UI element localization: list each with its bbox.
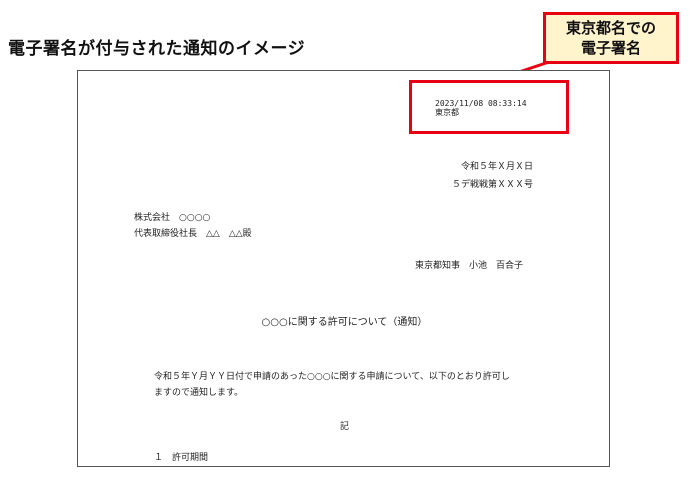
signature-stamp: 2023/11/08 08:33:14 東京都 (435, 99, 527, 117)
recipient-company: 株式会社 ○○○○ (134, 213, 211, 223)
document-date: 令和５年Ｘ月Ｘ日 (460, 162, 533, 172)
callout-line-2: 電子署名 (580, 39, 641, 57)
notification-document: 2023/11/08 08:33:14 東京都 令和５年Ｘ月Ｘ日 ５デ戦戦第ＸＸ… (77, 70, 610, 467)
page-heading: 電子署名が付与された通知のイメージ (8, 39, 306, 59)
document-sender: 東京都知事 小池 百合子 (414, 261, 523, 271)
callout-line-1: 東京都名での (565, 19, 656, 37)
document-title: ○○○に関する許可について（通知） (261, 317, 428, 328)
item-permit-period: １ 許可期間 (154, 453, 209, 463)
body-line-1: 令和５年Ｙ月ＹＹ日付で申請のあった○○○に関する申請について、以下のとおり許可し (154, 372, 510, 382)
document-number: ５デ戦戦第ＸＸＸ号 (451, 180, 533, 190)
recipient-person: 代表取締役社長 △△ △△殿 (134, 229, 252, 239)
signature-callout: 東京都名での 電子署名 (543, 12, 679, 64)
body-line-2: ますので通知します。 (154, 388, 244, 398)
signature-signer: 東京都 (435, 108, 459, 117)
ki-label: 記 (339, 422, 349, 432)
signature-timestamp: 2023/11/08 08:33:14 (435, 99, 527, 108)
